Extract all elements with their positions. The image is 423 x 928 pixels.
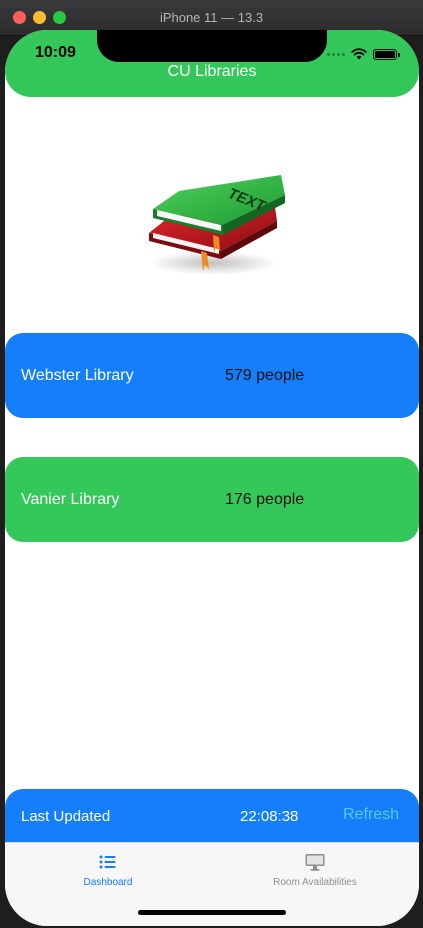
tab-room-availabilities[interactable]: Room Availabilities [235,851,395,888]
battery-icon [373,48,400,60]
tab-label: Room Availabilities [273,877,357,888]
last-updated-bar: Last Updated 22:08:38 Refresh [5,789,419,849]
library-name: Vanier Library [21,490,120,508]
last-updated-label: Last Updated [21,808,111,825]
phone-screen: 10:09 CU Libraries TEXT Webster Library … [5,30,419,926]
status-time: 10:09 [35,44,76,61]
app-title: CU Libraries [167,63,257,80]
window-title: iPhone 11 — 13.3 [159,10,264,25]
desktop-icon [305,854,325,871]
status-icons [327,48,400,60]
app-header: 10:09 CU Libraries [5,30,419,97]
wifi-icon [351,48,367,60]
library-name: Webster Library [21,366,134,384]
library-card-webster[interactable]: Webster Library 579 people [5,333,419,418]
occupancy-count: 579 people [225,366,305,384]
library-card-vanier[interactable]: Vanier Library 176 people [5,457,419,542]
books-logo-icon: TEXT [149,175,285,275]
home-indicator[interactable] [138,910,286,915]
list-icon [99,855,116,869]
last-updated-time: 22:08:38 [240,808,299,825]
refresh-button[interactable]: Refresh [343,806,399,824]
device-notch [97,30,327,62]
tab-label: Dashboard [83,877,133,888]
occupancy-count: 176 people [225,490,305,508]
cellular-icon [327,52,345,56]
tab-dashboard[interactable]: Dashboard [28,851,188,888]
